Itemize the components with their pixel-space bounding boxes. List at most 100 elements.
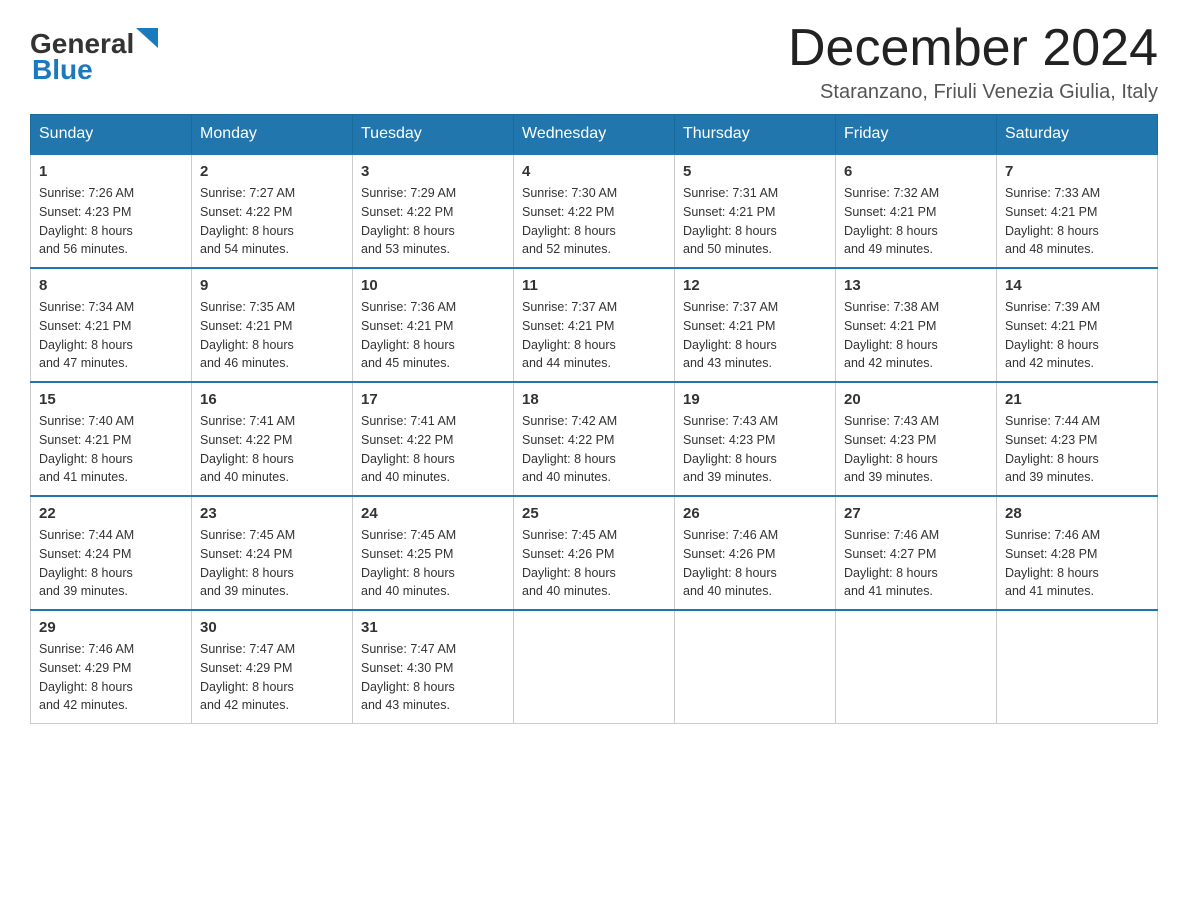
day-number: 11 (522, 277, 666, 294)
calendar-cell: 9 Sunrise: 7:35 AM Sunset: 4:21 PM Dayli… (192, 268, 353, 382)
calendar-cell: 20 Sunrise: 7:43 AM Sunset: 4:23 PM Dayl… (836, 382, 997, 496)
day-number: 8 (39, 277, 183, 294)
calendar-cell: 8 Sunrise: 7:34 AM Sunset: 4:21 PM Dayli… (31, 268, 192, 382)
day-number: 28 (1005, 505, 1149, 522)
day-number: 9 (200, 277, 344, 294)
day-info: Sunrise: 7:36 AM Sunset: 4:21 PM Dayligh… (361, 298, 505, 373)
day-number: 18 (522, 391, 666, 408)
day-number: 1 (39, 163, 183, 180)
day-number: 30 (200, 619, 344, 636)
day-info: Sunrise: 7:45 AM Sunset: 4:26 PM Dayligh… (522, 526, 666, 601)
calendar-cell: 12 Sunrise: 7:37 AM Sunset: 4:21 PM Dayl… (675, 268, 836, 382)
day-info: Sunrise: 7:32 AM Sunset: 4:21 PM Dayligh… (844, 184, 988, 259)
weekday-header-wednesday: Wednesday (514, 115, 675, 155)
day-number: 27 (844, 505, 988, 522)
day-info: Sunrise: 7:43 AM Sunset: 4:23 PM Dayligh… (683, 412, 827, 487)
day-info: Sunrise: 7:44 AM Sunset: 4:23 PM Dayligh… (1005, 412, 1149, 487)
day-info: Sunrise: 7:41 AM Sunset: 4:22 PM Dayligh… (361, 412, 505, 487)
day-info: Sunrise: 7:47 AM Sunset: 4:29 PM Dayligh… (200, 640, 344, 715)
calendar-cell (997, 610, 1158, 724)
weekday-header-tuesday: Tuesday (353, 115, 514, 155)
day-number: 20 (844, 391, 988, 408)
calendar-cell: 31 Sunrise: 7:47 AM Sunset: 4:30 PM Dayl… (353, 610, 514, 724)
logo[interactable]: General Blue (30, 30, 158, 84)
calendar-cell: 24 Sunrise: 7:45 AM Sunset: 4:25 PM Dayl… (353, 496, 514, 610)
calendar-cell (836, 610, 997, 724)
calendar-cell: 14 Sunrise: 7:39 AM Sunset: 4:21 PM Dayl… (997, 268, 1158, 382)
day-info: Sunrise: 7:26 AM Sunset: 4:23 PM Dayligh… (39, 184, 183, 259)
day-number: 16 (200, 391, 344, 408)
calendar-cell: 23 Sunrise: 7:45 AM Sunset: 4:24 PM Dayl… (192, 496, 353, 610)
day-info: Sunrise: 7:29 AM Sunset: 4:22 PM Dayligh… (361, 184, 505, 259)
calendar-cell: 7 Sunrise: 7:33 AM Sunset: 4:21 PM Dayli… (997, 154, 1158, 268)
day-number: 23 (200, 505, 344, 522)
day-number: 5 (683, 163, 827, 180)
page-header: General Blue December 2024 Staranzano, F… (30, 20, 1158, 104)
day-info: Sunrise: 7:33 AM Sunset: 4:21 PM Dayligh… (1005, 184, 1149, 259)
day-number: 15 (39, 391, 183, 408)
day-info: Sunrise: 7:41 AM Sunset: 4:22 PM Dayligh… (200, 412, 344, 487)
day-number: 25 (522, 505, 666, 522)
calendar-cell: 28 Sunrise: 7:46 AM Sunset: 4:28 PM Dayl… (997, 496, 1158, 610)
weekday-header-thursday: Thursday (675, 115, 836, 155)
calendar-cell: 29 Sunrise: 7:46 AM Sunset: 4:29 PM Dayl… (31, 610, 192, 724)
day-info: Sunrise: 7:37 AM Sunset: 4:21 PM Dayligh… (522, 298, 666, 373)
day-number: 22 (39, 505, 183, 522)
calendar-table: SundayMondayTuesdayWednesdayThursdayFrid… (30, 114, 1158, 724)
day-info: Sunrise: 7:27 AM Sunset: 4:22 PM Dayligh… (200, 184, 344, 259)
week-row-5: 29 Sunrise: 7:46 AM Sunset: 4:29 PM Dayl… (31, 610, 1158, 724)
logo-text: General Blue (30, 30, 158, 84)
day-number: 29 (39, 619, 183, 636)
calendar-cell: 18 Sunrise: 7:42 AM Sunset: 4:22 PM Dayl… (514, 382, 675, 496)
calendar-cell: 19 Sunrise: 7:43 AM Sunset: 4:23 PM Dayl… (675, 382, 836, 496)
weekday-header-saturday: Saturday (997, 115, 1158, 155)
day-info: Sunrise: 7:46 AM Sunset: 4:27 PM Dayligh… (844, 526, 988, 601)
day-number: 7 (1005, 163, 1149, 180)
calendar-cell: 10 Sunrise: 7:36 AM Sunset: 4:21 PM Dayl… (353, 268, 514, 382)
calendar-cell: 27 Sunrise: 7:46 AM Sunset: 4:27 PM Dayl… (836, 496, 997, 610)
weekday-header-friday: Friday (836, 115, 997, 155)
day-number: 31 (361, 619, 505, 636)
calendar-cell: 16 Sunrise: 7:41 AM Sunset: 4:22 PM Dayl… (192, 382, 353, 496)
calendar-cell: 1 Sunrise: 7:26 AM Sunset: 4:23 PM Dayli… (31, 154, 192, 268)
location-subtitle: Staranzano, Friuli Venezia Giulia, Italy (788, 81, 1158, 104)
calendar-cell (514, 610, 675, 724)
calendar-cell: 6 Sunrise: 7:32 AM Sunset: 4:21 PM Dayli… (836, 154, 997, 268)
week-row-4: 22 Sunrise: 7:44 AM Sunset: 4:24 PM Dayl… (31, 496, 1158, 610)
day-number: 12 (683, 277, 827, 294)
day-info: Sunrise: 7:35 AM Sunset: 4:21 PM Dayligh… (200, 298, 344, 373)
day-number: 19 (683, 391, 827, 408)
calendar-cell: 4 Sunrise: 7:30 AM Sunset: 4:22 PM Dayli… (514, 154, 675, 268)
calendar-cell: 22 Sunrise: 7:44 AM Sunset: 4:24 PM Dayl… (31, 496, 192, 610)
weekday-header-sunday: Sunday (31, 115, 192, 155)
calendar-cell: 30 Sunrise: 7:47 AM Sunset: 4:29 PM Dayl… (192, 610, 353, 724)
day-number: 3 (361, 163, 505, 180)
day-info: Sunrise: 7:45 AM Sunset: 4:25 PM Dayligh… (361, 526, 505, 601)
day-number: 14 (1005, 277, 1149, 294)
title-block: December 2024 Staranzano, Friuli Venezia… (788, 20, 1158, 104)
day-number: 13 (844, 277, 988, 294)
day-number: 26 (683, 505, 827, 522)
calendar-cell: 13 Sunrise: 7:38 AM Sunset: 4:21 PM Dayl… (836, 268, 997, 382)
calendar-cell: 25 Sunrise: 7:45 AM Sunset: 4:26 PM Dayl… (514, 496, 675, 610)
day-info: Sunrise: 7:42 AM Sunset: 4:22 PM Dayligh… (522, 412, 666, 487)
calendar-cell: 11 Sunrise: 7:37 AM Sunset: 4:21 PM Dayl… (514, 268, 675, 382)
day-info: Sunrise: 7:39 AM Sunset: 4:21 PM Dayligh… (1005, 298, 1149, 373)
day-number: 10 (361, 277, 505, 294)
day-number: 24 (361, 505, 505, 522)
day-info: Sunrise: 7:38 AM Sunset: 4:21 PM Dayligh… (844, 298, 988, 373)
day-info: Sunrise: 7:47 AM Sunset: 4:30 PM Dayligh… (361, 640, 505, 715)
calendar-cell: 15 Sunrise: 7:40 AM Sunset: 4:21 PM Dayl… (31, 382, 192, 496)
week-row-3: 15 Sunrise: 7:40 AM Sunset: 4:21 PM Dayl… (31, 382, 1158, 496)
month-title: December 2024 (788, 20, 1158, 77)
day-info: Sunrise: 7:45 AM Sunset: 4:24 PM Dayligh… (200, 526, 344, 601)
calendar-cell: 3 Sunrise: 7:29 AM Sunset: 4:22 PM Dayli… (353, 154, 514, 268)
day-info: Sunrise: 7:46 AM Sunset: 4:29 PM Dayligh… (39, 640, 183, 715)
weekday-header-monday: Monday (192, 115, 353, 155)
logo-blue: Blue (32, 54, 93, 85)
day-info: Sunrise: 7:46 AM Sunset: 4:28 PM Dayligh… (1005, 526, 1149, 601)
day-number: 21 (1005, 391, 1149, 408)
calendar-cell: 26 Sunrise: 7:46 AM Sunset: 4:26 PM Dayl… (675, 496, 836, 610)
calendar-cell (675, 610, 836, 724)
calendar-header-row: SundayMondayTuesdayWednesdayThursdayFrid… (31, 115, 1158, 155)
